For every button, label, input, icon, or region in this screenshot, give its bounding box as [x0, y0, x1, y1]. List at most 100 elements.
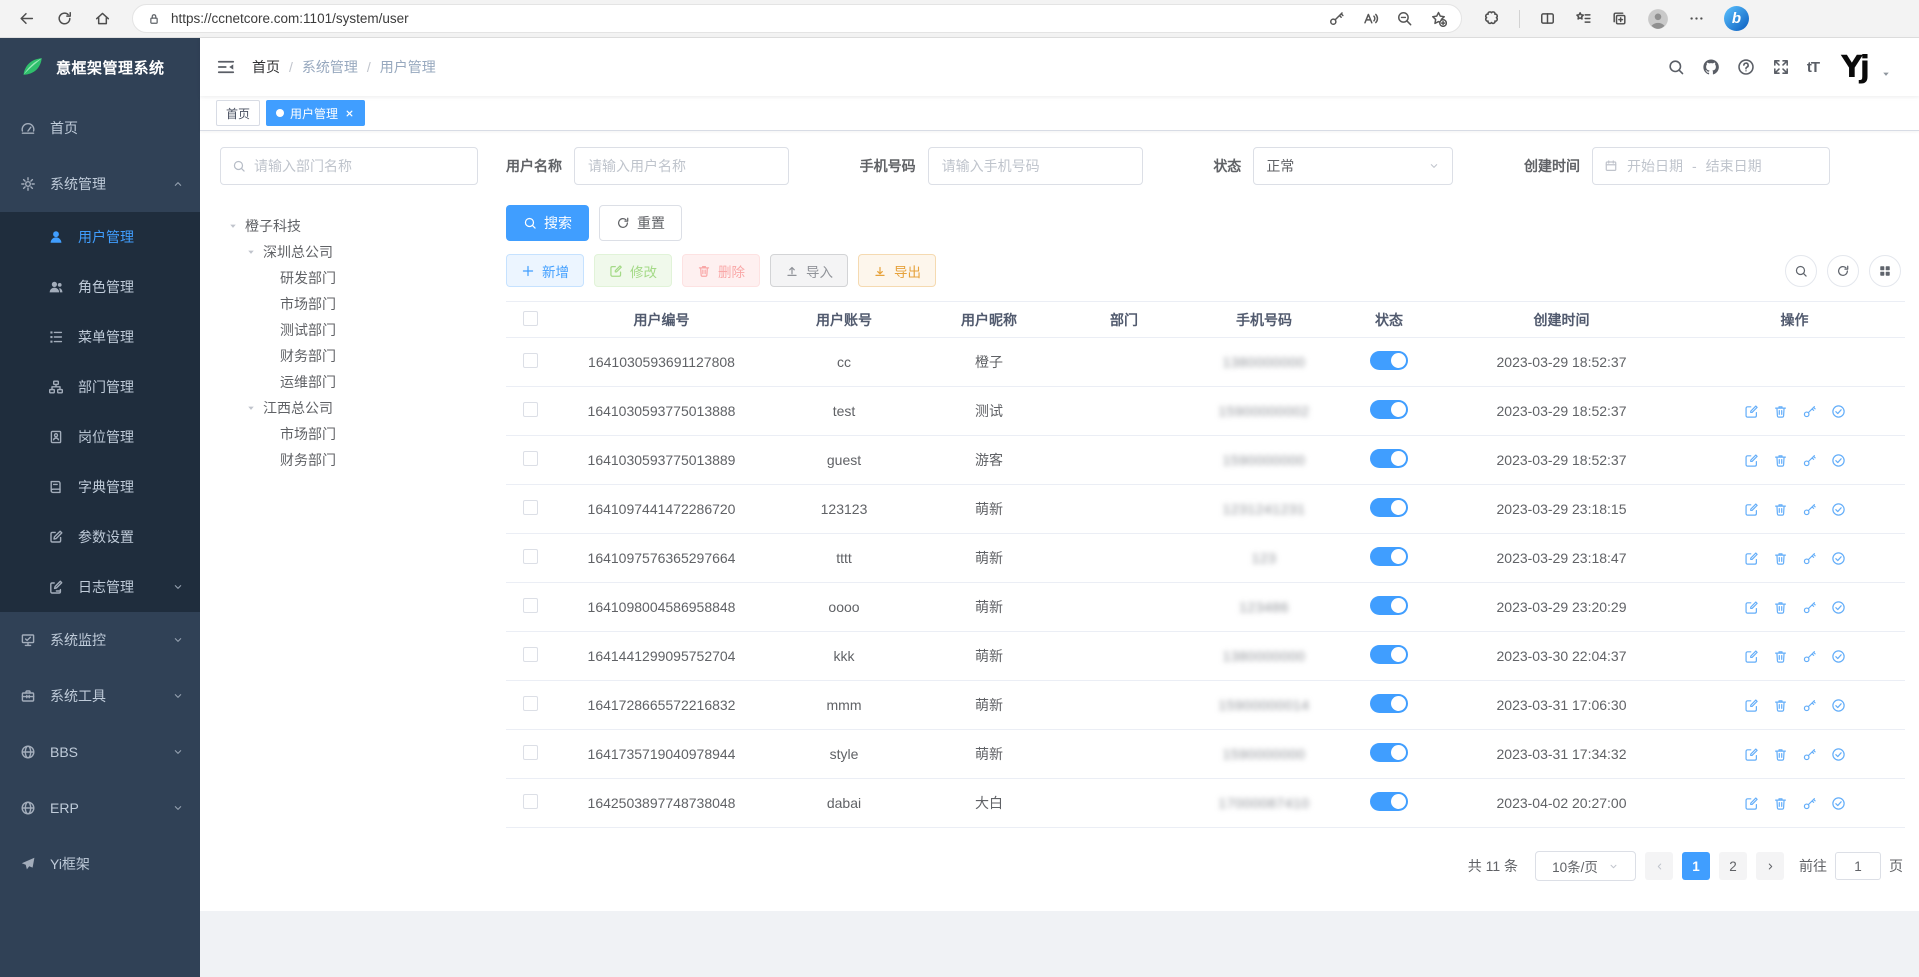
row-edit-button[interactable]: [1744, 600, 1759, 615]
tree-node[interactable]: 研发部门: [220, 265, 478, 291]
row-checkbox[interactable]: [523, 696, 538, 711]
status-toggle[interactable]: [1370, 351, 1408, 370]
row-delete-button[interactable]: [1773, 453, 1788, 468]
status-toggle[interactable]: [1370, 547, 1408, 566]
row-reset-password-button[interactable]: [1802, 747, 1817, 762]
department-search[interactable]: [220, 147, 478, 185]
tree-node[interactable]: 市场部门: [220, 421, 478, 447]
row-reset-password-button[interactable]: [1802, 404, 1817, 419]
sidebar-item-首页[interactable]: 首页: [0, 100, 200, 156]
export-button[interactable]: 导出: [858, 254, 936, 287]
page-size-select[interactable]: 10条/页: [1535, 851, 1636, 881]
column-header-操作[interactable]: 操作: [1684, 310, 1905, 330]
fullscreen-icon[interactable]: [1772, 58, 1790, 76]
browser-menu-icon[interactable]: [1688, 10, 1705, 27]
column-header-状态[interactable]: 状态: [1339, 310, 1439, 330]
row-delete-button[interactable]: [1773, 600, 1788, 615]
tree-node[interactable]: 橙子科技: [220, 213, 478, 239]
browser-back-icon[interactable]: [18, 10, 35, 27]
sidebar-item-Yi框架[interactable]: Yi框架: [0, 836, 200, 892]
row-checkbox[interactable]: [523, 794, 538, 809]
row-checkbox[interactable]: [523, 598, 538, 613]
header-search-icon[interactable]: [1667, 58, 1685, 76]
add-button[interactable]: 新增: [506, 254, 584, 287]
delete-button[interactable]: 删除: [682, 254, 760, 287]
row-checkbox[interactable]: [523, 647, 538, 662]
prev-page-button[interactable]: [1645, 852, 1673, 880]
browser-essentials-icon[interactable]: [1483, 10, 1500, 27]
row-assign-role-button[interactable]: [1831, 404, 1846, 419]
row-reset-password-button[interactable]: [1802, 796, 1817, 811]
row-delete-button[interactable]: [1773, 698, 1788, 713]
sidebar-item-用户管理[interactable]: 用户管理: [0, 212, 200, 262]
column-header-用户昵称[interactable]: 用户昵称: [919, 310, 1059, 330]
row-reset-password-button[interactable]: [1802, 502, 1817, 517]
sidebar-collapse-icon[interactable]: [216, 57, 236, 77]
tree-caret-icon[interactable]: [246, 247, 256, 257]
row-delete-button[interactable]: [1773, 551, 1788, 566]
tree-node[interactable]: 市场部门: [220, 291, 478, 317]
row-checkbox[interactable]: [523, 745, 538, 760]
row-edit-button[interactable]: [1744, 649, 1759, 664]
favorite-star-icon[interactable]: [1430, 10, 1447, 27]
row-assign-role-button[interactable]: [1831, 453, 1846, 468]
status-toggle[interactable]: [1370, 498, 1408, 517]
sidebar-item-日志管理[interactable]: 日志管理: [0, 562, 200, 612]
page-button-1[interactable]: 1: [1682, 852, 1710, 880]
tree-node[interactable]: 财务部门: [220, 447, 478, 473]
browser-reload-icon[interactable]: [56, 10, 73, 27]
tree-node[interactable]: 深圳总公司: [220, 239, 478, 265]
breadcrumb-item[interactable]: 系统管理: [302, 57, 358, 77]
help-icon[interactable]: [1737, 58, 1755, 76]
row-edit-button[interactable]: [1744, 502, 1759, 517]
close-icon[interactable]: [344, 108, 355, 119]
status-toggle[interactable]: [1370, 645, 1408, 664]
tree-node[interactable]: 财务部门: [220, 343, 478, 369]
next-page-button[interactable]: [1756, 852, 1784, 880]
profile-avatar-icon[interactable]: [1647, 8, 1669, 30]
sidebar-item-系统管理[interactable]: 系统管理: [0, 156, 200, 212]
search-button[interactable]: 搜索: [506, 205, 589, 241]
row-delete-button[interactable]: [1773, 747, 1788, 762]
tag-用户管理[interactable]: 用户管理: [266, 100, 365, 126]
tree-caret-icon[interactable]: [246, 403, 256, 413]
column-header-用户编号[interactable]: 用户编号: [554, 310, 769, 330]
row-checkbox[interactable]: [523, 451, 538, 466]
user-avatar[interactable]: Yj: [1836, 49, 1872, 85]
row-assign-role-button[interactable]: [1831, 796, 1846, 811]
bing-copilot-icon[interactable]: b: [1724, 6, 1749, 31]
zoom-out-icon[interactable]: [1396, 10, 1413, 27]
date-range-picker[interactable]: 开始日期 - 结束日期: [1592, 147, 1830, 185]
goto-page-input[interactable]: [1835, 852, 1881, 880]
row-delete-button[interactable]: [1773, 796, 1788, 811]
split-screen-icon[interactable]: [1539, 10, 1556, 27]
tree-node[interactable]: 江西总公司: [220, 395, 478, 421]
status-toggle[interactable]: [1370, 596, 1408, 615]
address-bar[interactable]: https://ccnetcore.com:1101/system/user: [132, 4, 1462, 33]
favorites-list-icon[interactable]: [1575, 10, 1592, 27]
status-toggle[interactable]: [1370, 449, 1408, 468]
department-search-input[interactable]: [254, 158, 466, 174]
status-select[interactable]: 正常: [1253, 147, 1453, 185]
column-settings-button[interactable]: [1869, 255, 1901, 287]
row-assign-role-button[interactable]: [1831, 551, 1846, 566]
column-header-部门[interactable]: 部门: [1059, 310, 1189, 330]
end-date-placeholder[interactable]: 结束日期: [1706, 156, 1762, 176]
sidebar-item-系统工具[interactable]: 系统工具: [0, 668, 200, 724]
row-edit-button[interactable]: [1744, 404, 1759, 419]
row-reset-password-button[interactable]: [1802, 453, 1817, 468]
tree-node[interactable]: 运维部门: [220, 369, 478, 395]
github-icon[interactable]: [1702, 58, 1720, 76]
sidebar-item-字典管理[interactable]: 字典管理: [0, 462, 200, 512]
status-toggle[interactable]: [1370, 694, 1408, 713]
toggle-search-button[interactable]: [1785, 255, 1817, 287]
username-input[interactable]: [574, 147, 789, 185]
row-assign-role-button[interactable]: [1831, 649, 1846, 664]
app-logo[interactable]: 意框架管理系统: [0, 38, 200, 96]
reset-button[interactable]: 重置: [599, 205, 682, 241]
row-delete-button[interactable]: [1773, 649, 1788, 664]
row-assign-role-button[interactable]: [1831, 698, 1846, 713]
column-header-创建时间[interactable]: 创建时间: [1439, 310, 1684, 330]
user-menu-caret-icon[interactable]: [1881, 69, 1891, 79]
sidebar-item-岗位管理[interactable]: 岗位管理: [0, 412, 200, 462]
